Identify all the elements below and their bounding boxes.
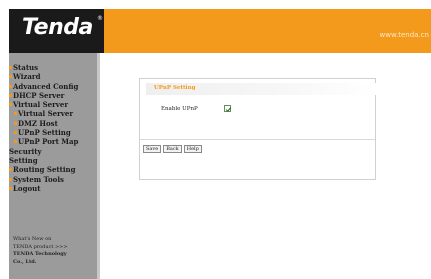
sidebar-item-label: UPnP Setting xyxy=(18,128,71,138)
enable-upnp-checkbox[interactable] xyxy=(224,105,232,112)
bullet-icon xyxy=(9,177,12,181)
news-link[interactable]: What's New on xyxy=(13,236,97,244)
sidebar-item-logout[interactable]: Logout xyxy=(9,184,97,193)
button-row: Save Back Help xyxy=(143,145,202,153)
sidebar-item-virtual-server[interactable]: Virtual Server xyxy=(9,100,97,109)
sidebar-item-wizard[interactable]: Wizard xyxy=(9,72,97,81)
sidebar-item-routing-setting[interactable]: Routing Setting xyxy=(9,165,97,174)
bullet-icon xyxy=(9,84,12,88)
bullet-icon xyxy=(9,103,12,107)
sidebar-item-status[interactable]: Status xyxy=(9,63,97,72)
company-name: TENDA Technology xyxy=(13,251,67,257)
sidebar-item-label: Virtual Server xyxy=(18,109,74,119)
sidebar-item-label: DHCP Server xyxy=(13,90,65,100)
bullet-icon xyxy=(14,121,17,125)
registered-mark: ® xyxy=(97,15,103,22)
header-bar: Tenda ® www.tenda.cn xyxy=(9,9,431,53)
bullet-icon xyxy=(9,75,12,79)
bullet-icon xyxy=(14,140,17,144)
bullet-icon xyxy=(9,186,12,190)
sidebar-item-label: DMZ Host xyxy=(18,118,58,128)
sidebar-item-label: Virtual Server xyxy=(13,100,69,110)
divider xyxy=(140,139,375,140)
sidebar-subitem-dmz-host[interactable]: DMZ Host xyxy=(9,119,97,128)
page-title: UPnP Setting xyxy=(154,85,196,91)
check-icon xyxy=(225,107,232,112)
top-frame xyxy=(0,0,431,9)
bullet-icon xyxy=(9,168,12,172)
sidebar-item-label: System Tools xyxy=(13,174,64,184)
sidebar-footer: What's New on TENDA product >>> TENDA Te… xyxy=(13,236,97,266)
logo-text: Tenda xyxy=(22,15,93,40)
header-url[interactable]: www.tenda.cn xyxy=(380,31,430,39)
sidebar-item-label: Advanced Config xyxy=(13,81,79,91)
sidebar-subitem-upnp-port-map[interactable]: UPnP Port Map xyxy=(9,137,97,146)
sidebar-inner: Status Wizard Advanced Config DHCP Serve… xyxy=(9,53,97,279)
sidebar-item-label: Status xyxy=(13,63,39,72)
sidebar-item-label: Security Setting xyxy=(9,146,42,165)
sidebar-item-label: UPnP Port Map xyxy=(18,137,79,147)
sidebar-subitem-upnp-setting[interactable]: UPnP Setting xyxy=(9,128,97,137)
sidebar-item-security-setting[interactable]: Security Setting xyxy=(9,147,49,166)
sidebar-item-dhcp-server[interactable]: DHCP Server xyxy=(9,91,97,100)
sidebar-item-label: Wizard xyxy=(13,72,41,82)
sidebar-item-advanced-config[interactable]: Advanced Config xyxy=(9,82,97,91)
sidebar-nav: Status Wizard Advanced Config DHCP Serve… xyxy=(9,63,97,193)
sidebar: Status Wizard Advanced Config DHCP Serve… xyxy=(9,53,100,279)
upnp-panel: UPnP Setting Enable UPnP Save Back Help xyxy=(139,78,376,180)
sidebar-item-label: Logout xyxy=(13,183,41,193)
save-button[interactable]: Save xyxy=(143,145,162,153)
bullet-icon xyxy=(9,66,12,69)
logo: Tenda ® xyxy=(9,9,104,53)
bullet-icon xyxy=(14,112,17,116)
sidebar-item-label: Routing Setting xyxy=(13,165,76,175)
bullet-icon xyxy=(9,93,12,97)
back-button[interactable]: Back xyxy=(163,145,182,153)
enable-upnp-label: Enable UPnP xyxy=(161,106,198,112)
sidebar-item-system-tools[interactable]: System Tools xyxy=(9,175,97,184)
company-suffix: Co., Ltd. xyxy=(13,258,37,265)
main-content: UPnP Setting Enable UPnP Save Back Help xyxy=(103,53,431,279)
bullet-icon xyxy=(14,131,17,135)
help-button[interactable]: Help xyxy=(183,145,202,153)
sidebar-subitem-virtual-server[interactable]: Virtual Server xyxy=(9,109,97,118)
news-link-product[interactable]: TENDA product >>> xyxy=(13,244,97,252)
